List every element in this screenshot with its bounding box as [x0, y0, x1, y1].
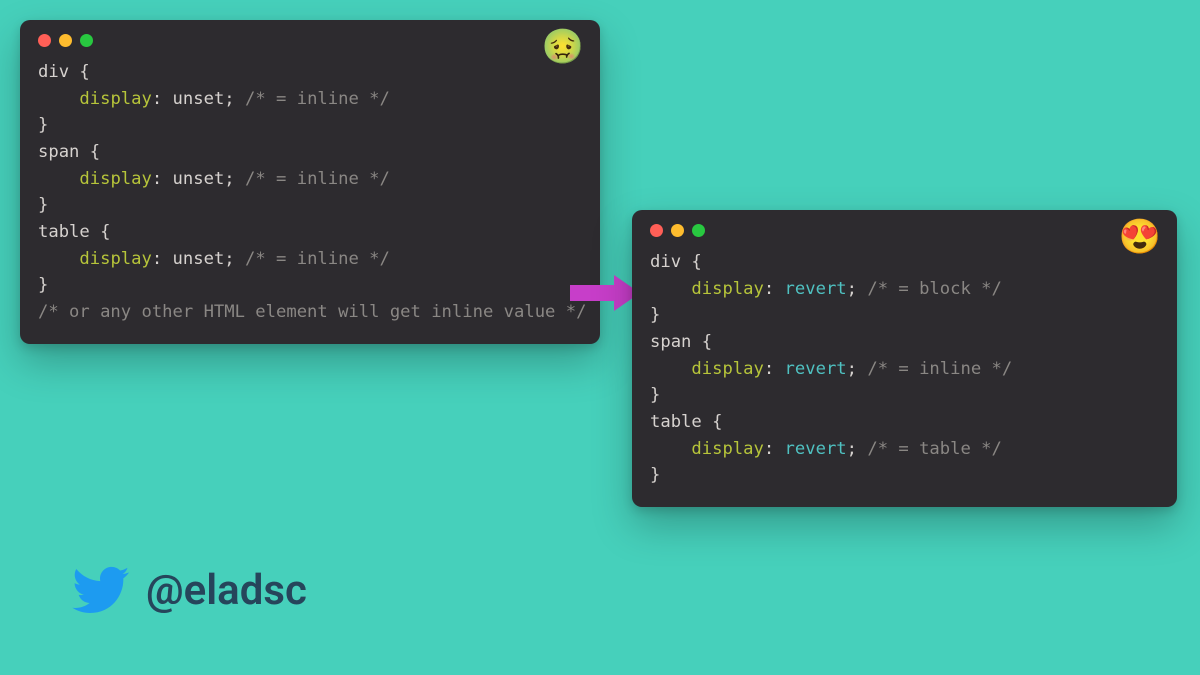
close-icon[interactable]: [38, 34, 51, 47]
credit: @eladsc: [70, 560, 307, 620]
minimize-icon[interactable]: [59, 34, 72, 47]
close-icon[interactable]: [650, 224, 663, 237]
maximize-icon[interactable]: [692, 224, 705, 237]
maximize-icon[interactable]: [80, 34, 93, 47]
credit-handle: @eladsc: [146, 566, 307, 615]
window-titlebar: 😍: [650, 224, 1159, 237]
nauseated-face-icon: 🤢: [542, 30, 584, 64]
code-block-left: div { display: unset; /* = inline */ } s…: [38, 59, 582, 326]
code-window-unset: 🤢 div { display: unset; /* = inline */ }…: [20, 20, 600, 344]
code-block-right: div { display: revert; /* = block */ } s…: [650, 249, 1159, 489]
minimize-icon[interactable]: [671, 224, 684, 237]
code-window-revert: 😍 div { display: revert; /* = block */ }…: [632, 210, 1177, 507]
twitter-icon: [70, 560, 130, 620]
arrow-right-icon: [570, 275, 640, 311]
heart-eyes-icon: 😍: [1119, 220, 1161, 254]
window-titlebar: 🤢: [38, 34, 582, 47]
